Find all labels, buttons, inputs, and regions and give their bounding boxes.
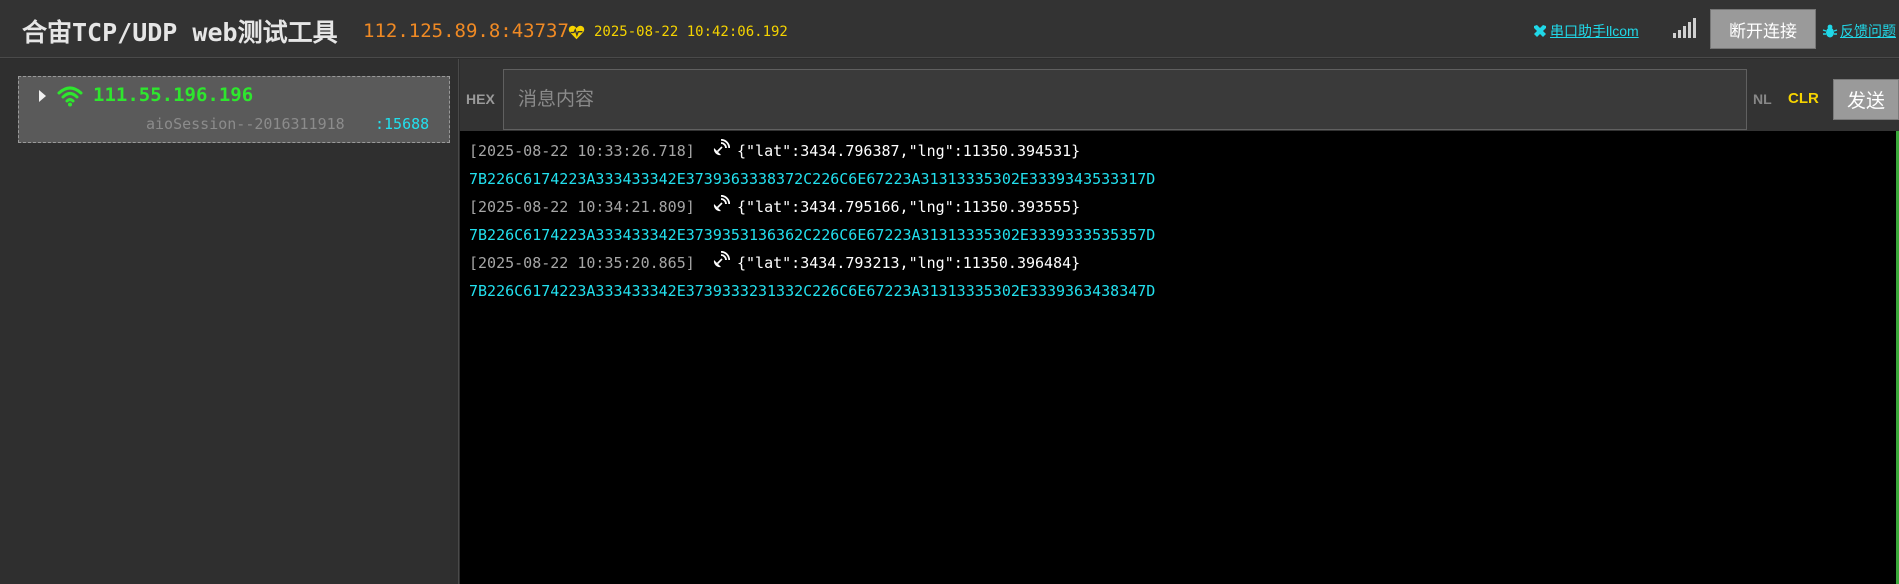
disconnect-button[interactable]: 断开连接 (1710, 9, 1816, 49)
send-toolbar: HEX NL CLR 发送 (460, 59, 1899, 131)
feedback-link[interactable]: 反馈问题 (1822, 20, 1896, 42)
main-panel: HEX NL CLR 发送 [2025-08-22 10:33:26.718] … (460, 59, 1899, 584)
heartbeat-heart-icon (568, 25, 585, 40)
satellite-dish-icon (713, 251, 730, 268)
log-hex: 7B226C6174223A333433342E3739353136362C22… (469, 226, 1156, 244)
session-port: :15688 (375, 115, 430, 133)
log-entry: [2025-08-22 10:34:21.809] {"lat":3434.79… (460, 195, 1896, 226)
log-hex: 7B226C6174223A333433342E3739363338372C22… (469, 170, 1156, 188)
serial-assistant-link[interactable]: 串口助手llcom (1532, 20, 1639, 42)
log-message: {"lat":3434.795166,"lng":11350.393555} (737, 198, 1081, 216)
message-log[interactable]: [2025-08-22 10:33:26.718] {"lat":3434.79… (460, 131, 1899, 584)
satellite-dish-icon (713, 195, 730, 212)
log-hex-row: 7B226C6174223A333433342E3739363338372C22… (460, 170, 1896, 198)
log-message: {"lat":3434.796387,"lng":11350.394531} (737, 142, 1081, 160)
message-input[interactable] (503, 69, 1747, 130)
session-ip: 111.55.196.196 (93, 84, 254, 106)
log-entry: [2025-08-22 10:35:20.865] {"lat":3434.79… (460, 251, 1896, 282)
session-sidebar: 111.55.196.196 aioSession--2016311918 :1… (0, 59, 459, 584)
send-button[interactable]: 发送 (1833, 79, 1899, 120)
log-timestamp: [2025-08-22 10:34:21.809] (469, 198, 695, 216)
caret-right-icon[interactable] (37, 89, 47, 103)
clear-button[interactable]: CLR (1788, 90, 1819, 107)
server-address: 112.125.89.8:43737 (363, 20, 569, 42)
log-timestamp: [2025-08-22 10:33:26.718] (469, 142, 695, 160)
log-message: {"lat":3434.793213,"lng":11350.396484} (737, 254, 1081, 272)
newline-toggle[interactable]: NL (1753, 91, 1772, 107)
serial-assistant-label: 串口助手llcom (1550, 23, 1639, 39)
log-hex: 7B226C6174223A333433342E3739333231332C22… (469, 282, 1156, 300)
feedback-label: 反馈问题 (1840, 23, 1896, 39)
app-title: 合宙TCP/UDP web测试工具 (22, 18, 338, 47)
bug-icon (1822, 24, 1838, 38)
wifi-icon (57, 86, 83, 107)
hex-toggle[interactable]: HEX (466, 91, 495, 107)
log-hex-row: 7B226C6174223A333433342E3739353136362C22… (460, 226, 1896, 254)
header-bar: 合宙TCP/UDP web测试工具 112.125.89.8:43737 202… (0, 0, 1899, 58)
tools-icon (1534, 25, 1546, 37)
log-hex-row: 7B226C6174223A333433342E3739333231332C22… (460, 282, 1896, 310)
session-item[interactable]: 111.55.196.196 aioSession--2016311918 :1… (18, 76, 450, 143)
signal-strength-icon (1673, 18, 1696, 38)
session-id: aioSession--2016311918 (146, 115, 345, 133)
log-timestamp: [2025-08-22 10:35:20.865] (469, 254, 695, 272)
log-entry: [2025-08-22 10:33:26.718] {"lat":3434.79… (460, 139, 1896, 170)
server-time: 2025-08-22 10:42:06.192 (594, 24, 788, 40)
satellite-dish-icon (713, 139, 730, 156)
